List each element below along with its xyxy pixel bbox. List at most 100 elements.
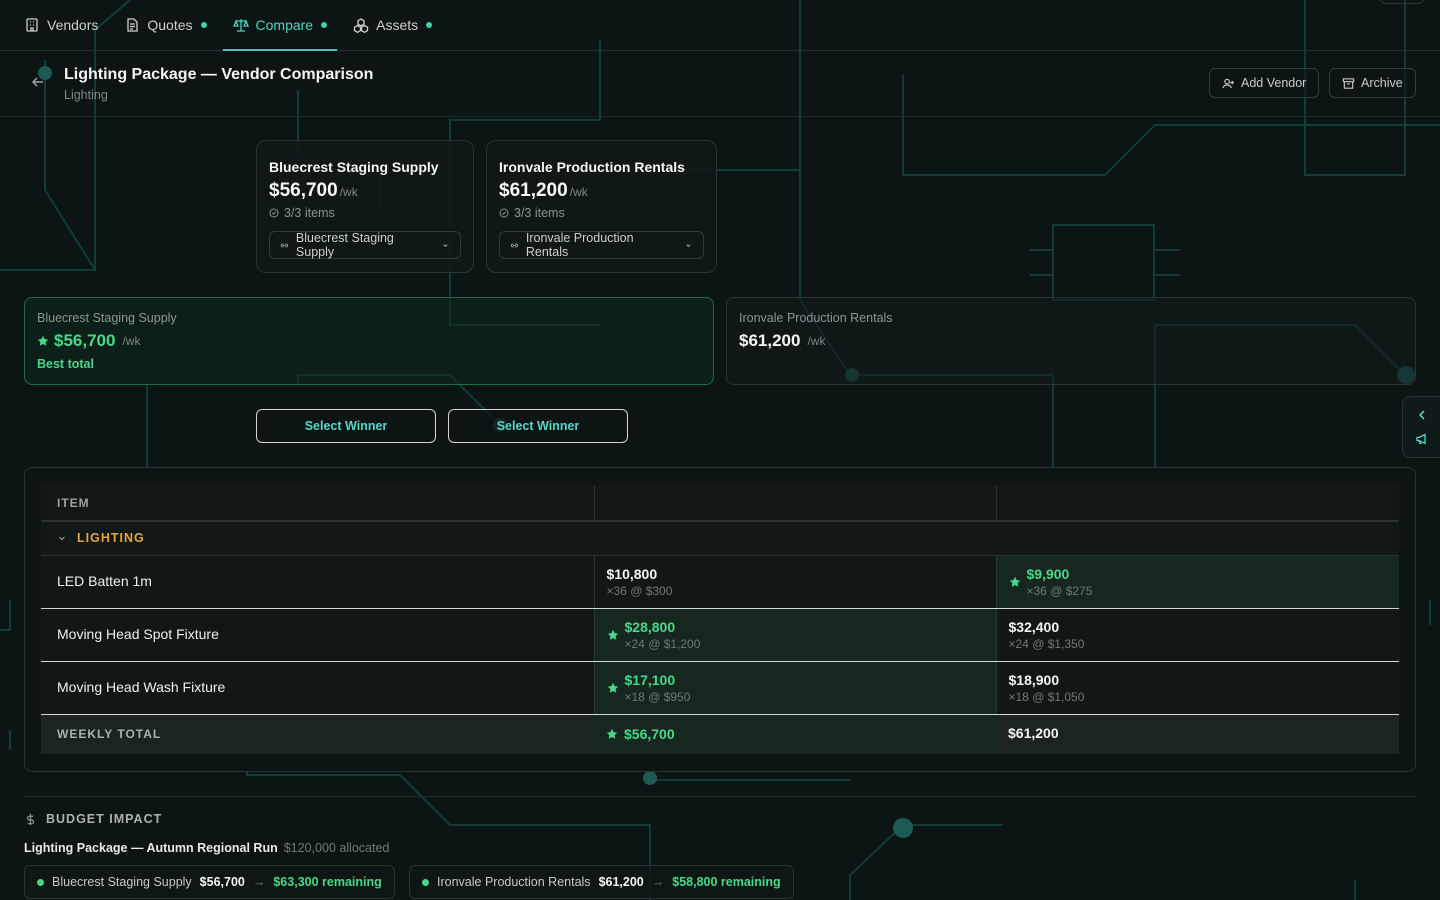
- arrow-right-icon: →: [252, 875, 266, 889]
- column-header-vendor-2: [995, 485, 1399, 522]
- budget-header-label: BUDGET IMPACT: [46, 812, 163, 826]
- comparison-table: ITEM LIGHTING LED Batten 1m $10,800 ×36 …: [41, 485, 1399, 754]
- price-cell: $10,800 ×36 @ $300: [593, 555, 996, 609]
- vendor-name: Ironvale Production Rentals: [499, 159, 685, 175]
- total-amount: $56,700: [624, 726, 675, 743]
- document-icon: [127, 18, 139, 32]
- price-unit: /wk: [807, 334, 826, 348]
- price-value: $56,700: [269, 180, 338, 201]
- chevron-left-icon[interactable]: [1415, 408, 1429, 422]
- cell-amount: $28,800: [624, 618, 676, 635]
- vendor-select[interactable]: Bluecrest Staging Supply: [269, 231, 461, 259]
- link-icon: [280, 243, 288, 247]
- chip-vendor: Ironvale Production Rentals: [437, 875, 591, 889]
- status-dot: [426, 22, 433, 28]
- back-arrow-icon[interactable]: [30, 74, 46, 90]
- chip-price: $61,200: [598, 875, 644, 889]
- page-title: Lighting Package — Vendor Comparison: [64, 66, 374, 83]
- price-cell: $18,900 ×18 @ $1,050: [995, 661, 1399, 715]
- price-value: $61,200: [499, 180, 568, 201]
- star-icon: [607, 682, 618, 693]
- archive-button[interactable]: Archive: [1329, 68, 1416, 98]
- vendor-select-value: Ironvale Production Rentals: [525, 231, 634, 259]
- star-icon: [37, 335, 49, 346]
- cell-amount: $17,100: [624, 671, 676, 688]
- cell-detail: ×36 @ $275: [1026, 583, 1093, 598]
- summary-price: $61,200/wk: [739, 331, 1403, 351]
- star-icon: [606, 729, 618, 739]
- price-unit: /wk: [339, 185, 358, 199]
- chevron-down-icon: [686, 243, 691, 247]
- budget-allocated: $120,000 allocated: [283, 841, 390, 855]
- table-header-row: ITEM: [41, 485, 1399, 522]
- vendor-select-value: Bluecrest Staging Supply: [295, 231, 394, 259]
- price-unit: /wk: [122, 334, 141, 348]
- arrow-right-icon: →: [651, 875, 665, 889]
- price-cell: $32,400 ×24 @ $1,350: [995, 608, 1399, 662]
- status-dot: [321, 22, 328, 28]
- total-label: WEEKLY TOTAL: [57, 727, 162, 742]
- item-name: Moving Head Wash Fixture: [57, 678, 226, 695]
- tab-assets[interactable]: Assets: [343, 0, 442, 50]
- star-icon: [607, 629, 618, 640]
- tab-label: Quotes: [147, 17, 193, 33]
- tab-vendors[interactable]: Vendors: [14, 0, 108, 50]
- vendor-select[interactable]: Ironvale Production Rentals: [499, 231, 704, 259]
- cell-detail: ×18 @ $1,050: [1008, 689, 1085, 704]
- vendor-items: 3/3 items: [269, 206, 461, 220]
- group-label[interactable]: LIGHTING: [57, 531, 1399, 545]
- status-dot: [37, 878, 44, 886]
- megaphone-icon[interactable]: [1415, 432, 1429, 446]
- summary-card-best: Bluecrest Staging Supply $56,700/wk Best…: [24, 297, 714, 385]
- budget-divider: [24, 796, 1416, 797]
- add-vendor-button[interactable]: Add Vendor: [1209, 68, 1320, 98]
- tab-label: Compare: [255, 17, 314, 33]
- cell-amount: $9,900: [1026, 565, 1070, 582]
- building-icon: [26, 18, 38, 32]
- scale-icon: [232, 19, 249, 32]
- dollar-icon: [26, 813, 35, 825]
- summary-vendor: Ironvale Production Rentals: [739, 311, 893, 325]
- vendor-price: $61,200/wk: [499, 180, 704, 202]
- total-row: WEEKLY TOTAL $56,700 $61,200: [41, 714, 1399, 754]
- tab-compare[interactable]: Compare: [222, 0, 338, 51]
- chip-price: $56,700: [199, 875, 245, 889]
- total-cell-winner: $56,700: [594, 714, 996, 754]
- side-panel-toggle[interactable]: [1402, 396, 1440, 458]
- price-cell-winner: $9,900 ×36 @ $275: [995, 555, 1399, 609]
- items-count: 3/3 items: [514, 206, 565, 220]
- status-dot: [422, 878, 429, 886]
- summary-price: $56,700/wk: [37, 331, 701, 351]
- vendor-card: Bluecrest Staging Supply $56,700/wk 3/3 …: [256, 140, 474, 273]
- price-unit: /wk: [569, 185, 588, 199]
- vendor-items: 3/3 items: [499, 206, 704, 220]
- add-vendor-label: Add Vendor: [1241, 76, 1307, 90]
- best-total-badge: Best total: [37, 357, 94, 371]
- select-winner-button[interactable]: Select Winner: [256, 409, 436, 443]
- cell-amount: $10,800: [606, 565, 658, 582]
- check-circle-icon: [269, 208, 279, 218]
- item-name: LED Batten 1m: [57, 572, 152, 589]
- budget-line: Lighting Package — Autumn Regional Run $1…: [24, 841, 389, 855]
- cell-detail: ×24 @ $1,200: [624, 636, 701, 651]
- star-icon: [1009, 576, 1020, 587]
- table-row: LED Batten 1m $10,800 ×36 @ $300 $9,900 ×3…: [41, 555, 1399, 609]
- vendor-card: Ironvale Production Rentals $61,200/wk 3…: [486, 140, 717, 273]
- boxes-icon: [353, 18, 369, 33]
- tab-label: Assets: [376, 17, 419, 33]
- summary-vendor: Bluecrest Staging Supply: [37, 311, 177, 325]
- budget-header: BUDGET IMPACT: [24, 812, 162, 826]
- chip-vendor: Bluecrest Staging Supply: [52, 875, 192, 889]
- chip-remaining: $58,800 remaining: [672, 875, 781, 889]
- chip-remaining: $63,300 remaining: [273, 875, 382, 889]
- summary-card: Ironvale Production Rentals $61,200/wk: [726, 297, 1416, 385]
- tab-quotes[interactable]: Quotes: [114, 0, 216, 50]
- check-circle-icon: [499, 208, 509, 218]
- account-button[interactable]: [1380, 0, 1424, 4]
- total-amount: $61,200: [1008, 725, 1059, 742]
- items-count: 3/3 items: [284, 206, 335, 220]
- price-value: $61,200: [739, 331, 801, 350]
- comparison-table-panel: ITEM LIGHTING LED Batten 1m $10,800 ×36 …: [24, 467, 1416, 772]
- group-row[interactable]: LIGHTING: [41, 521, 1399, 556]
- select-winner-button[interactable]: Select Winner: [448, 409, 628, 443]
